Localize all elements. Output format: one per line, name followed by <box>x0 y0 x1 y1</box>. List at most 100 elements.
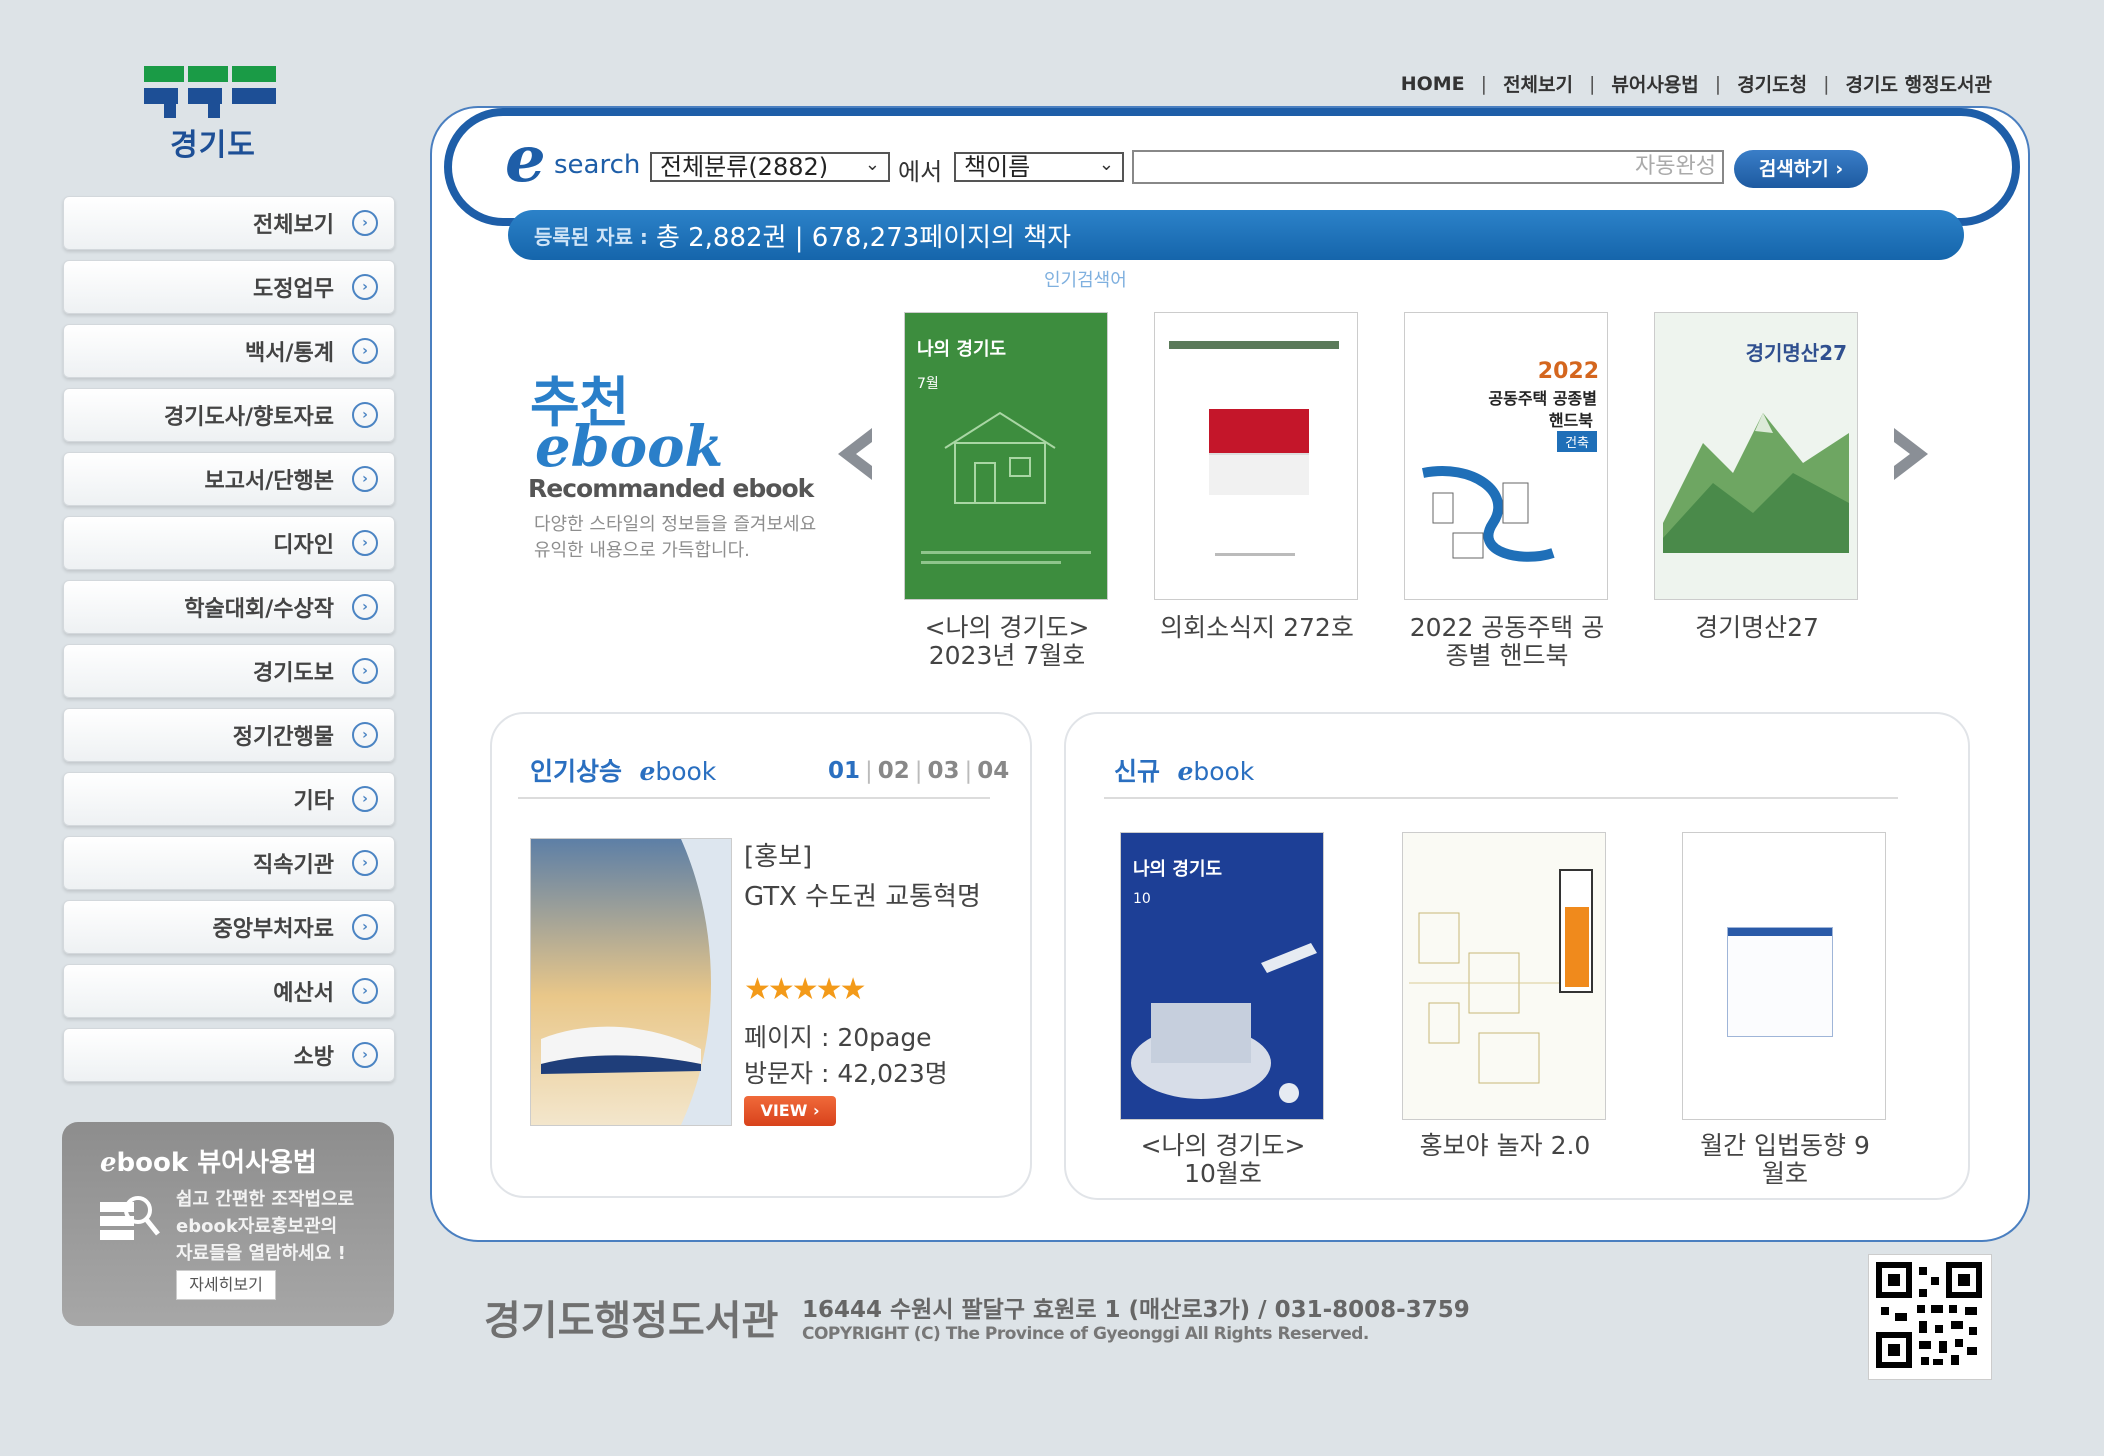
chevron-down-icon: ⌄ <box>864 154 880 175</box>
sidebar-item-budget[interactable]: 예산서 › <box>63 964 395 1018</box>
sidebar-item-administration[interactable]: 도정업무 › <box>63 260 395 314</box>
sidebar-item-gazette[interactable]: 경기도보 › <box>63 644 395 698</box>
cover-tag: 건축 <box>1557 431 1597 452</box>
book-search-icon <box>100 1196 160 1240</box>
next-arrow-icon[interactable] <box>1888 426 1934 482</box>
search-input[interactable]: 자동완성 <box>1132 150 1724 184</box>
book-caption[interactable]: 월간 입법동향 9 월호 <box>1682 1132 1888 1188</box>
page-2[interactable]: 02 <box>878 758 910 784</box>
book-cover[interactable]: 나의 경기도 10 <box>1120 832 1324 1120</box>
viewer-details-button[interactable]: 자세히보기 <box>176 1270 276 1300</box>
cover-title: 나의 경기도 <box>917 339 1007 360</box>
chevron-right-icon: › <box>352 722 378 748</box>
book-cover[interactable]: 경기명산27 <box>1654 312 1858 600</box>
book-cover[interactable] <box>1682 832 1886 1120</box>
sidebar-item-label: 디자인 <box>273 533 334 558</box>
sidebar-item-whitepaper[interactable]: 백서/통계 › <box>63 324 395 378</box>
recommended-book[interactable]: 의회소식지 272호 <box>1154 312 1360 670</box>
cover-issue: 7월 <box>917 376 939 392</box>
sidebar-item-central-gov[interactable]: 중앙부처자료 › <box>63 900 395 954</box>
footer-name: 경기도행정도서관 <box>484 1298 779 1344</box>
book-caption[interactable]: 홍보야 놀자 2.0 <box>1402 1132 1608 1160</box>
gyeonggi-logo[interactable]: 경기도 <box>138 66 288 166</box>
popular-search-tag[interactable]: 인기검색어 <box>1044 266 1127 292</box>
divider <box>1104 797 1898 799</box>
cover-line <box>921 561 1061 564</box>
sidebar-item-affiliated[interactable]: 직속기관 › <box>63 836 395 890</box>
cover-title: 핸드북 <box>1548 411 1593 430</box>
qr-code-icon[interactable] <box>1868 1254 1992 1380</box>
esearch-logo: e <box>505 122 546 197</box>
nav-library[interactable]: 경기도 행정도서관 <box>1846 70 1992 97</box>
book-cover[interactable] <box>1154 312 1358 600</box>
category-select-value: 전체분류(2882) <box>660 153 829 181</box>
field-select[interactable]: 책이름 ⌄ <box>954 152 1124 182</box>
nav-home[interactable]: HOME <box>1401 73 1465 95</box>
sidebar-item-history[interactable]: 경기도사/향토자료 › <box>63 388 395 442</box>
book-cover[interactable]: 2022 공동주택 공종별 핸드북 건축 <box>1404 312 1608 600</box>
search-button[interactable]: 검색하기 › <box>1734 150 1868 188</box>
nav-viewer-guide[interactable]: 뷰어사용법 <box>1611 70 1698 97</box>
viewer-guide-title: ebook 뷰어사용법 <box>100 1142 317 1179</box>
cover-envelope <box>1209 453 1309 495</box>
popular-book-cover[interactable] <box>530 838 732 1126</box>
chevron-right-icon: › <box>352 1042 378 1068</box>
new-book[interactable]: 홍보야 놀자 2.0 <box>1402 832 1608 1160</box>
city-illustration-icon <box>1409 912 1559 1084</box>
sidebar-item-etc[interactable]: 기타 › <box>63 772 395 826</box>
page-1[interactable]: 01 <box>828 758 860 784</box>
book-caption[interactable]: 경기명산27 <box>1654 614 1860 670</box>
cover-line <box>921 551 1091 554</box>
nav-gyeonggi-office[interactable]: 경기도청 <box>1737 70 1807 97</box>
new-title-text: 신규 <box>1114 757 1161 786</box>
view-button[interactable]: VIEW › <box>744 1096 836 1126</box>
category-select[interactable]: 전체분류(2882) ⌄ <box>650 152 890 182</box>
popular-book-name[interactable]: GTX 수도권 교통혁명 <box>744 876 1000 913</box>
viewer-guide-desc: 쉽고 간편한 조작법으로 ebook자료홍보관의 자료들을 열람하세요 ! <box>176 1186 354 1267</box>
prev-arrow-icon[interactable] <box>832 426 878 482</box>
recommended-book[interactable]: 경기명산27 경기명산27 <box>1654 312 1860 670</box>
house-illustration-icon <box>944 411 1056 504</box>
recommended-book[interactable]: 나의 경기도 7월 <나의 경기도> 2023년 7월호 <box>904 312 1110 670</box>
chevron-right-icon: › <box>352 466 378 492</box>
book-cover[interactable]: 나의 경기도 7월 <box>904 312 1108 600</box>
sidebar-item-reports[interactable]: 보고서/단행본 › <box>63 452 395 506</box>
sidebar-item-all[interactable]: 전체보기 › <box>63 196 395 250</box>
logo-mark <box>232 66 276 82</box>
chevron-right-icon: › <box>352 658 378 684</box>
page-3[interactable]: 03 <box>928 758 960 784</box>
sidebar-item-conference[interactable]: 학술대회/수상작 › <box>63 580 395 634</box>
logo-mark <box>188 66 228 82</box>
esearch-logo-word: search <box>554 150 641 180</box>
page-4[interactable]: 04 <box>977 758 1009 784</box>
book-caption[interactable]: 2022 공동주택 공종별 핸드북 <box>1404 614 1610 670</box>
nav-all[interactable]: 전체보기 <box>1503 70 1573 97</box>
page-separator: | <box>914 758 923 784</box>
chevron-right-icon: › <box>352 978 378 1004</box>
footer-copyright: COPYRIGHT (C) The Province of Gyeonggi A… <box>802 1324 1369 1344</box>
sidebar-item-fire[interactable]: 소방 › <box>63 1028 395 1082</box>
viewer-desc-line: 자료들을 열람하세요 ! <box>176 1243 346 1264</box>
book-caption-line: 홍보야 놀자 2.0 <box>1419 1131 1591 1160</box>
sidebar-item-label: 소방 <box>293 1045 334 1070</box>
new-ebook-title: 신규 ebook <box>1114 752 1254 788</box>
popular-rising-title: 인기상승 ebook <box>530 752 716 788</box>
book-caption[interactable]: 의회소식지 272호 <box>1154 614 1360 670</box>
book-caption[interactable]: <나의 경기도> 2023년 7월호 <box>904 614 1110 670</box>
popular-book-pages: 페이지 : 20page <box>744 1023 932 1052</box>
book-cover[interactable] <box>1402 832 1606 1120</box>
cover-title-accent <box>1565 907 1589 987</box>
sidebar-item-periodicals[interactable]: 정기간행물 › <box>63 708 395 762</box>
sidebar-item-label: 도정업무 <box>253 277 334 302</box>
sidebar-item-label: 전체보기 <box>253 213 334 238</box>
book-caption[interactable]: <나의 경기도> 10월호 <box>1120 1132 1326 1188</box>
recommended-title-ebook: ebook <box>535 414 724 480</box>
recommended-book[interactable]: 2022 공동주택 공종별 핸드북 건축 2022 공동주택 공종별 핸드북 <box>1404 312 1610 670</box>
new-book[interactable]: 월간 입법동향 9 월호 <box>1682 832 1888 1188</box>
buildings-illustration-icon <box>1422 466 1555 562</box>
viewer-desc-line: 쉽고 간편한 조작법으로 <box>176 1189 355 1210</box>
registered-bar: 등록된 자료 : 총 2,882권 | 678,273페이지의 책자 <box>508 210 1964 260</box>
new-book[interactable]: 나의 경기도 10 <나의 경기도> 10월호 <box>1120 832 1326 1188</box>
popular-pagination: 01 | 02 | 03 | 04 <box>828 758 1009 784</box>
sidebar-item-design[interactable]: 디자인 › <box>63 516 395 570</box>
